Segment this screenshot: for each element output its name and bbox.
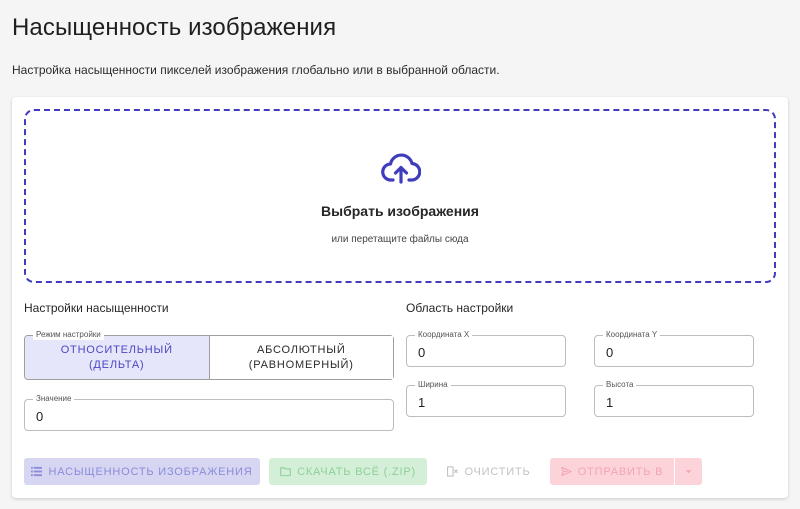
mode-absolute-option[interactable]: Абсолютный (равномерный) [208, 336, 393, 379]
mode-toggle-group: Режим настройки Относительный (дельта) А… [24, 330, 394, 380]
page-title: Насыщенность изображения [12, 14, 337, 41]
download-all-label: Скачать всё (.zip) [297, 465, 416, 478]
saturation-settings-title: Настройки насыщенности [24, 301, 169, 315]
dropzone-title: Выбрать изображения [321, 203, 479, 219]
download-all-button[interactable]: Скачать всё (.zip) [269, 458, 427, 485]
clear-label: Очистить [464, 465, 531, 478]
mode-relative-label: Относительный (дельта) [60, 343, 173, 371]
mode-label: Режим настройки [33, 330, 104, 340]
clear-button[interactable]: Очистить [436, 458, 542, 485]
folder-zip-icon [280, 467, 291, 477]
area-settings-title: Область настройки [406, 301, 514, 315]
list-icon [31, 466, 43, 477]
send-to-button[interactable]: Отправить в [550, 458, 674, 485]
send-to-dropdown-button[interactable] [675, 458, 702, 485]
file-dropzone[interactable]: Выбрать изображения или перетащите файлы… [24, 109, 776, 283]
send-icon [561, 466, 572, 477]
coord-x-label: Координата X [415, 330, 473, 340]
mode-relative-option[interactable]: Относительный (дельта) [25, 336, 209, 379]
caret-down-icon [685, 470, 692, 474]
coord-y-label: Координата Y [603, 330, 661, 340]
width-value: 1 [418, 395, 426, 410]
cloud-upload-icon [381, 153, 421, 184]
height-label: Высота [603, 380, 637, 390]
clear-list-icon [447, 466, 459, 477]
width-field[interactable]: Ширина 1 [406, 380, 566, 417]
coord-x-field[interactable]: Координата X 0 [406, 330, 566, 367]
saturate-image-button[interactable]: Насыщенность изображения [24, 458, 260, 485]
value-field-value: 0 [36, 409, 44, 424]
value-field[interactable]: Значение 0 [24, 394, 394, 431]
height-value: 1 [606, 395, 614, 410]
width-label: Ширина [415, 380, 451, 390]
dropzone-subtitle: или перетащите файлы сюда [331, 234, 469, 245]
send-to-label: Отправить в [577, 465, 664, 478]
coord-y-value: 0 [606, 345, 614, 360]
height-field[interactable]: Высота 1 [594, 380, 754, 417]
coord-x-value: 0 [418, 345, 426, 360]
saturate-image-label: Насыщенность изображения [48, 465, 253, 478]
mode-absolute-label: Абсолютный (равномерный) [248, 343, 354, 371]
tool-card: Выбрать изображения или перетащите файлы… [12, 97, 788, 498]
value-field-label: Значение [33, 394, 75, 404]
coord-y-field[interactable]: Координата Y 0 [594, 330, 754, 367]
page-description: Настройка насыщенности пикселей изображе… [12, 63, 500, 77]
